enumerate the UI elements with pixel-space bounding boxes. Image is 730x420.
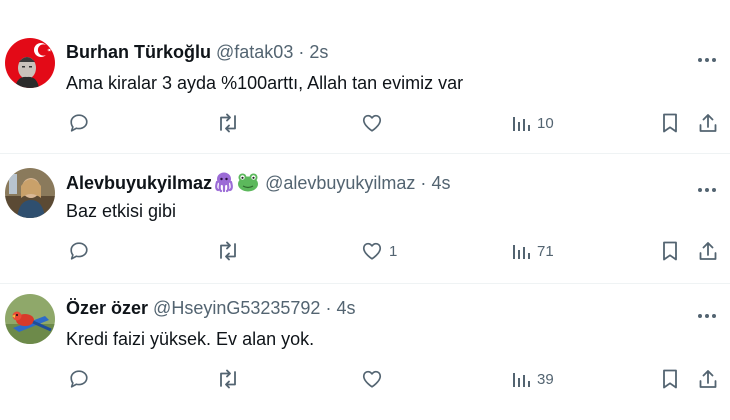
timestamp[interactable]: 4s	[431, 173, 450, 193]
like-button[interactable]	[361, 366, 389, 392]
tweet[interactable]: Burhan Türkoğlu @fatak03 · 2s Ama kirala…	[0, 23, 730, 154]
heart-icon	[362, 114, 382, 132]
heart-icon	[362, 370, 382, 388]
views-button[interactable]: 39	[511, 366, 554, 392]
tweet-text: Ama kiralar 3 ayda %100arttı, Allah tan …	[66, 73, 464, 93]
retweet-icon	[220, 113, 236, 133]
like-count: 1	[389, 242, 398, 260]
octopus-emoji-icon	[213, 171, 235, 198]
user-handle[interactable]: @alevbuyukyilmaz	[265, 173, 415, 193]
views-button[interactable]: 71	[511, 238, 554, 264]
ataturk-flag-avatar-icon	[5, 38, 55, 88]
retweet-button[interactable]	[216, 366, 246, 392]
share-button[interactable]	[697, 238, 719, 264]
reply-icon	[70, 114, 88, 132]
separator: ·	[325, 298, 332, 318]
more-options-icon[interactable]	[697, 180, 717, 198]
tweet-header: Özer özer @HseyinG53235792 · 4s	[66, 297, 355, 319]
bookmark-icon	[663, 241, 677, 261]
share-icon	[699, 114, 717, 132]
reply-icon	[70, 370, 88, 388]
avatar[interactable]	[5, 38, 55, 88]
retweet-button[interactable]	[216, 238, 246, 264]
avatar[interactable]	[5, 294, 55, 344]
timestamp[interactable]: 2s	[309, 42, 328, 62]
share-icon	[699, 370, 717, 388]
views-chart-icon	[513, 245, 530, 259]
retweet-icon	[220, 241, 236, 261]
more-options-icon[interactable]	[697, 50, 717, 68]
separator: ·	[298, 42, 305, 62]
separator: ·	[420, 173, 427, 193]
reply-button[interactable]	[68, 110, 96, 136]
view-count: 71	[537, 242, 554, 260]
more-options-icon[interactable]	[697, 306, 717, 324]
views-chart-icon	[513, 117, 530, 131]
tweet-text: Kredi faizi yüksek. Ev alan yok.	[66, 329, 315, 349]
view-count: 10	[537, 114, 554, 132]
display-name[interactable]: Burhan Türkoğlu	[66, 42, 211, 62]
action-bar: 1 71	[0, 238, 730, 264]
reply-button[interactable]	[68, 366, 96, 392]
display-name[interactable]: Alevbuyukyilmaz	[66, 173, 212, 193]
avatar[interactable]	[5, 168, 55, 218]
bookmark-icon	[663, 113, 677, 133]
user-handle[interactable]: @fatak03	[216, 42, 293, 62]
tweet-header: Alevbuyukyilmaz @alevbuyukyilmaz · 4s	[66, 171, 450, 198]
photo-avatar-icon	[5, 168, 55, 218]
tweet[interactable]: Alevbuyukyilmaz @alevbuyukyilmaz · 4s Ba…	[0, 153, 730, 284]
share-icon	[699, 242, 717, 260]
parrot-avatar-icon	[5, 294, 55, 344]
heart-icon	[362, 242, 382, 260]
like-button[interactable]	[361, 110, 389, 136]
action-bar: 10	[0, 110, 730, 136]
like-button[interactable]: 1	[361, 238, 397, 264]
tweet-header: Burhan Türkoğlu @fatak03 · 2s	[66, 41, 328, 63]
tweet[interactable]: Özer özer @HseyinG53235792 · 4s Kredi fa…	[0, 281, 730, 412]
retweet-icon	[220, 369, 236, 389]
bookmark-icon	[663, 369, 677, 389]
bookmark-button[interactable]	[660, 366, 680, 392]
reply-icon	[70, 242, 88, 260]
display-name[interactable]: Özer özer	[66, 298, 148, 318]
user-handle[interactable]: @HseyinG53235792	[153, 298, 320, 318]
frog-emoji-icon	[236, 171, 260, 198]
reply-button[interactable]	[68, 238, 96, 264]
tweet-text: Baz etkisi gibi	[66, 201, 177, 221]
share-button[interactable]	[697, 366, 719, 392]
action-bar: 39	[0, 366, 730, 392]
view-count: 39	[537, 370, 554, 388]
views-button[interactable]: 10	[511, 110, 554, 136]
share-button[interactable]	[697, 110, 719, 136]
views-chart-icon	[513, 373, 530, 387]
bookmark-button[interactable]	[660, 110, 680, 136]
bookmark-button[interactable]	[660, 238, 680, 264]
retweet-button[interactable]	[216, 110, 246, 136]
timestamp[interactable]: 4s	[336, 298, 355, 318]
